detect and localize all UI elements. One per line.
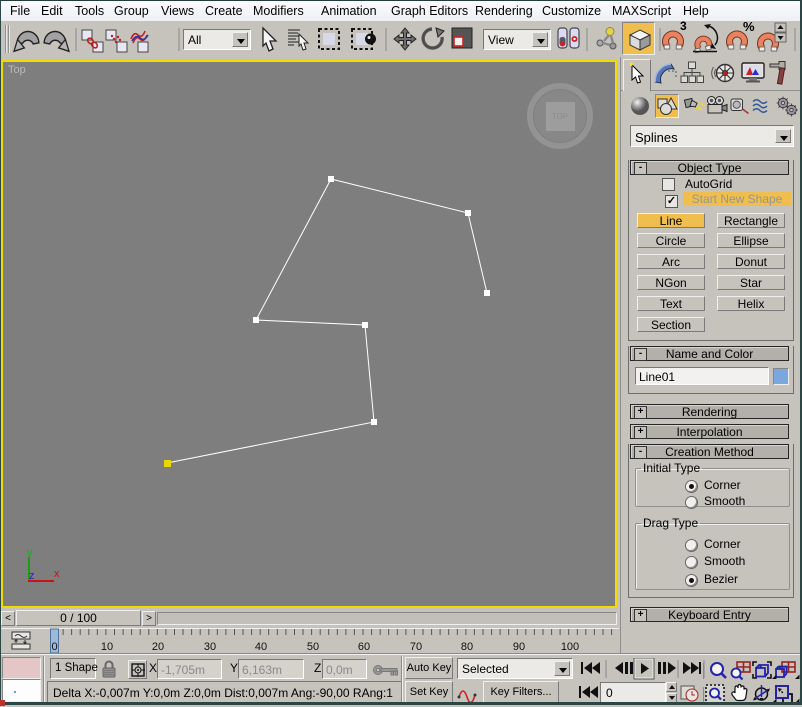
svg-text:40: 40 bbox=[255, 641, 267, 653]
svg-text:30: 30 bbox=[204, 641, 216, 653]
svg-text:x: x bbox=[54, 568, 60, 580]
svg-text:80: 80 bbox=[461, 641, 473, 653]
svg-text:60: 60 bbox=[358, 641, 370, 653]
svg-text:z: z bbox=[29, 570, 35, 582]
svg-text:70: 70 bbox=[410, 641, 422, 653]
svg-text:10: 10 bbox=[101, 641, 113, 653]
svg-text:50: 50 bbox=[307, 641, 319, 653]
svg-text:3: 3 bbox=[680, 21, 687, 33]
svg-text:%: % bbox=[743, 21, 755, 34]
svg-text:TOP: TOP bbox=[552, 112, 568, 121]
svg-text:0: 0 bbox=[51, 641, 57, 653]
svg-text:90: 90 bbox=[513, 641, 525, 653]
svg-text:20: 20 bbox=[152, 641, 164, 653]
svg-text:100: 100 bbox=[561, 641, 579, 653]
